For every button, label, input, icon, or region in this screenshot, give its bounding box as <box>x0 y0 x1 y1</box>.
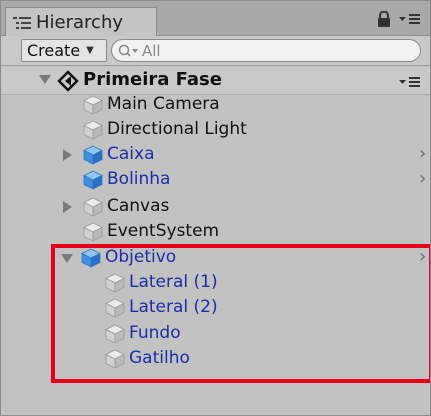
tree-item-fundo[interactable]: Fundo <box>1 321 430 347</box>
gray-cube-icon <box>83 222 103 242</box>
gray-cube-icon <box>105 324 125 344</box>
tree-item-bolinha[interactable]: Bolinha › <box>1 167 430 193</box>
tree-item-caixa[interactable]: Caixa › <box>1 142 430 168</box>
tree-item-main-camera[interactable]: Main Camera <box>1 92 430 118</box>
hierarchy-toolbar: Create ▼ All <box>1 36 430 66</box>
tree-item-lateral-2[interactable]: Lateral (2) <box>1 295 430 321</box>
item-label: Objetivo <box>105 247 177 267</box>
scene-name: Primeira Fase <box>83 69 222 90</box>
unity-logo-icon <box>57 70 79 92</box>
tree-item-objetivo[interactable]: Objetivo › <box>1 245 430 271</box>
tab-hierarchy[interactable]: Hierarchy <box>5 7 157 37</box>
chevron-right-icon[interactable]: › <box>419 168 426 189</box>
blue-cube-icon <box>83 170 103 190</box>
scene-row[interactable]: Primeira Fase <box>1 67 430 95</box>
search-icon <box>118 44 138 57</box>
tab-bar: Hierarchy <box>1 1 430 37</box>
gray-cube-icon <box>105 298 125 318</box>
chevron-right-icon[interactable]: › <box>419 143 426 164</box>
tree-item-directional-light[interactable]: Directional Light <box>1 117 430 143</box>
tree-item-lateral-1[interactable]: Lateral (1) <box>1 270 430 296</box>
item-label: Canvas <box>107 196 170 216</box>
blue-cube-icon <box>81 248 101 268</box>
collapse-arrow-icon[interactable] <box>63 201 72 213</box>
gray-cube-icon <box>105 349 125 369</box>
item-label: EventSystem <box>107 221 220 241</box>
hierarchy-list-icon <box>12 14 32 32</box>
expand-arrow-icon[interactable] <box>61 254 73 263</box>
search-input[interactable]: All <box>111 39 421 62</box>
item-label: Gatilho <box>129 348 190 368</box>
expand-arrow-icon[interactable] <box>39 75 51 84</box>
search-placeholder: All <box>142 41 161 60</box>
tree-item-canvas[interactable]: Canvas <box>1 194 430 220</box>
panel-menu-icon[interactable] <box>399 11 421 27</box>
tree-item-eventsystem[interactable]: EventSystem <box>1 219 430 245</box>
lock-icon[interactable] <box>375 11 393 27</box>
gray-cube-icon <box>83 95 103 115</box>
item-label: Caixa <box>107 144 155 164</box>
gray-cube-icon <box>105 273 125 293</box>
tab-title: Hierarchy <box>36 12 124 33</box>
item-label: Main Camera <box>107 94 220 114</box>
item-label: Fundo <box>129 323 181 343</box>
gray-cube-icon <box>83 197 103 217</box>
item-label: Lateral (2) <box>129 297 218 317</box>
scene-menu-icon[interactable] <box>399 75 421 89</box>
gray-cube-icon <box>83 120 103 140</box>
chevron-right-icon[interactable]: › <box>419 246 426 267</box>
tree-item-gatilho[interactable]: Gatilho <box>1 346 430 372</box>
hierarchy-panel: Hierarchy Create ▼ All Primeira Fase Mai… <box>0 0 431 416</box>
collapse-arrow-icon[interactable] <box>63 149 72 161</box>
item-label: Lateral (1) <box>129 272 218 292</box>
caret-down-icon: ▼ <box>86 45 94 56</box>
create-label: Create <box>27 41 81 60</box>
create-button[interactable]: Create ▼ <box>21 39 107 62</box>
item-label: Directional Light <box>107 119 247 139</box>
blue-cube-icon <box>83 145 103 165</box>
item-label: Bolinha <box>107 169 171 189</box>
